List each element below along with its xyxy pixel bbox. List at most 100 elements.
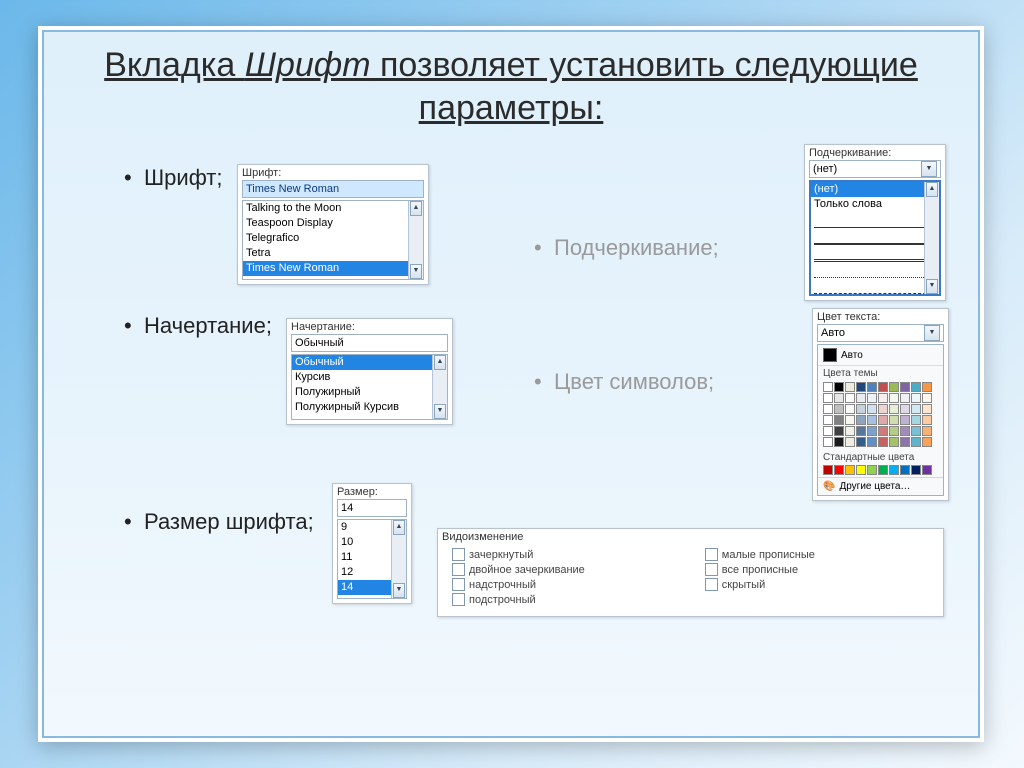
scroll-down-icon[interactable]: ▼ bbox=[926, 279, 938, 294]
color-swatch[interactable] bbox=[878, 465, 888, 475]
underline-sample-dashed[interactable] bbox=[814, 280, 936, 294]
style-option[interactable]: Полужирный bbox=[292, 385, 447, 400]
color-swatch[interactable] bbox=[856, 415, 866, 425]
color-swatch[interactable] bbox=[900, 437, 910, 447]
color-swatch[interactable] bbox=[911, 415, 921, 425]
other-colors-button[interactable]: 🎨 Другие цвета… bbox=[818, 477, 943, 495]
color-swatch[interactable] bbox=[900, 465, 910, 475]
font-option[interactable]: Telegrafico bbox=[243, 231, 423, 246]
color-swatch[interactable] bbox=[834, 415, 844, 425]
style-scrollbar[interactable]: ▲ ▼ bbox=[432, 355, 447, 419]
scroll-up-icon[interactable]: ▲ bbox=[926, 182, 938, 197]
font-listbox[interactable]: Talking to the Moon Teaspoon Display Tel… bbox=[242, 200, 424, 280]
font-option[interactable]: Tetra bbox=[243, 246, 423, 261]
color-swatch[interactable] bbox=[834, 404, 844, 414]
color-swatch[interactable] bbox=[900, 393, 910, 403]
color-swatch[interactable] bbox=[878, 415, 888, 425]
effect-hidden[interactable]: скрытый bbox=[705, 578, 815, 591]
color-swatch[interactable] bbox=[856, 404, 866, 414]
color-swatch[interactable] bbox=[900, 415, 910, 425]
color-swatch[interactable] bbox=[856, 426, 866, 436]
color-swatch[interactable] bbox=[834, 382, 844, 392]
scroll-down-icon[interactable]: ▼ bbox=[393, 583, 405, 598]
style-option-selected[interactable]: Обычный bbox=[292, 355, 447, 370]
color-swatch[interactable] bbox=[856, 382, 866, 392]
color-swatch[interactable] bbox=[823, 426, 833, 436]
underline-sample-thick[interactable] bbox=[814, 230, 936, 245]
standard-color-row[interactable] bbox=[823, 465, 938, 475]
effect-smallcaps[interactable]: малые прописные bbox=[705, 548, 815, 561]
underline-option-words[interactable]: Только слова bbox=[811, 197, 939, 212]
effect-allcaps[interactable]: все прописные bbox=[705, 563, 815, 576]
color-swatch[interactable] bbox=[834, 465, 844, 475]
underline-sample-double[interactable] bbox=[814, 247, 936, 262]
color-swatch[interactable] bbox=[889, 404, 899, 414]
color-swatch[interactable] bbox=[856, 437, 866, 447]
color-swatch[interactable] bbox=[867, 426, 877, 436]
color-swatch[interactable] bbox=[845, 426, 855, 436]
effect-superscript[interactable]: надстрочный bbox=[452, 578, 585, 591]
color-swatch[interactable] bbox=[911, 393, 921, 403]
color-swatch[interactable] bbox=[922, 404, 932, 414]
font-option[interactable]: Teaspoon Display bbox=[243, 216, 423, 231]
scroll-down-icon[interactable]: ▼ bbox=[434, 404, 446, 419]
color-swatch[interactable] bbox=[856, 393, 866, 403]
font-scrollbar[interactable]: ▲ ▼ bbox=[408, 201, 423, 279]
font-option[interactable]: Talking to the Moon bbox=[243, 201, 423, 216]
color-swatch[interactable] bbox=[867, 404, 877, 414]
style-option[interactable]: Полужирный Курсив bbox=[292, 400, 447, 415]
color-swatch[interactable] bbox=[834, 437, 844, 447]
color-swatch[interactable] bbox=[911, 465, 921, 475]
color-swatch[interactable] bbox=[889, 465, 899, 475]
color-swatch[interactable] bbox=[922, 415, 932, 425]
color-swatch[interactable] bbox=[867, 382, 877, 392]
color-swatch[interactable] bbox=[867, 415, 877, 425]
color-swatch[interactable] bbox=[845, 465, 855, 475]
underline-listbox[interactable]: (нет) Только слова ▲ ▼ bbox=[809, 180, 941, 296]
color-swatch[interactable] bbox=[911, 382, 921, 392]
color-swatch[interactable] bbox=[845, 415, 855, 425]
underline-input[interactable]: (нет) ▼ bbox=[809, 160, 941, 178]
color-swatch[interactable] bbox=[845, 393, 855, 403]
font-option-selected[interactable]: Times New Roman bbox=[243, 261, 423, 276]
color-swatch[interactable] bbox=[878, 393, 888, 403]
color-swatch[interactable] bbox=[823, 465, 833, 475]
color-swatch[interactable] bbox=[878, 382, 888, 392]
scroll-down-icon[interactable]: ▼ bbox=[410, 264, 422, 279]
dropdown-icon[interactable]: ▼ bbox=[924, 325, 940, 341]
color-swatch[interactable] bbox=[889, 393, 899, 403]
underline-sample-dotted[interactable] bbox=[814, 264, 936, 278]
scroll-up-icon[interactable]: ▲ bbox=[410, 201, 422, 216]
color-swatch[interactable] bbox=[922, 426, 932, 436]
style-input[interactable]: Обычный bbox=[291, 334, 448, 352]
color-swatch[interactable] bbox=[856, 465, 866, 475]
color-swatch[interactable] bbox=[823, 382, 833, 392]
color-swatch[interactable] bbox=[900, 426, 910, 436]
color-input[interactable]: Авто ▼ bbox=[817, 324, 944, 342]
color-swatch[interactable] bbox=[878, 404, 888, 414]
color-swatch[interactable] bbox=[878, 437, 888, 447]
scroll-up-icon[interactable]: ▲ bbox=[393, 520, 405, 535]
color-swatch[interactable] bbox=[911, 426, 921, 436]
color-swatch[interactable] bbox=[889, 437, 899, 447]
color-auto-row[interactable]: Авто bbox=[818, 345, 943, 366]
font-input[interactable]: Times New Roman bbox=[242, 180, 424, 198]
color-swatch[interactable] bbox=[867, 393, 877, 403]
color-swatch[interactable] bbox=[878, 426, 888, 436]
color-swatch[interactable] bbox=[900, 404, 910, 414]
theme-color-grid[interactable] bbox=[823, 382, 938, 447]
color-swatch[interactable] bbox=[889, 382, 899, 392]
size-input[interactable]: 14 bbox=[337, 499, 407, 517]
size-listbox[interactable]: 9 10 11 12 14 ▲ ▼ bbox=[337, 519, 407, 599]
size-scrollbar[interactable]: ▲ ▼ bbox=[391, 520, 406, 598]
color-swatch[interactable] bbox=[845, 404, 855, 414]
underline-option-none[interactable]: (нет) bbox=[811, 182, 939, 197]
color-swatch[interactable] bbox=[845, 437, 855, 447]
color-swatch[interactable] bbox=[867, 465, 877, 475]
color-swatch[interactable] bbox=[922, 437, 932, 447]
color-swatch[interactable] bbox=[900, 382, 910, 392]
color-swatch[interactable] bbox=[823, 415, 833, 425]
color-swatch[interactable] bbox=[922, 465, 932, 475]
effect-double-strike[interactable]: двойное зачеркивание bbox=[452, 563, 585, 576]
color-swatch[interactable] bbox=[867, 437, 877, 447]
